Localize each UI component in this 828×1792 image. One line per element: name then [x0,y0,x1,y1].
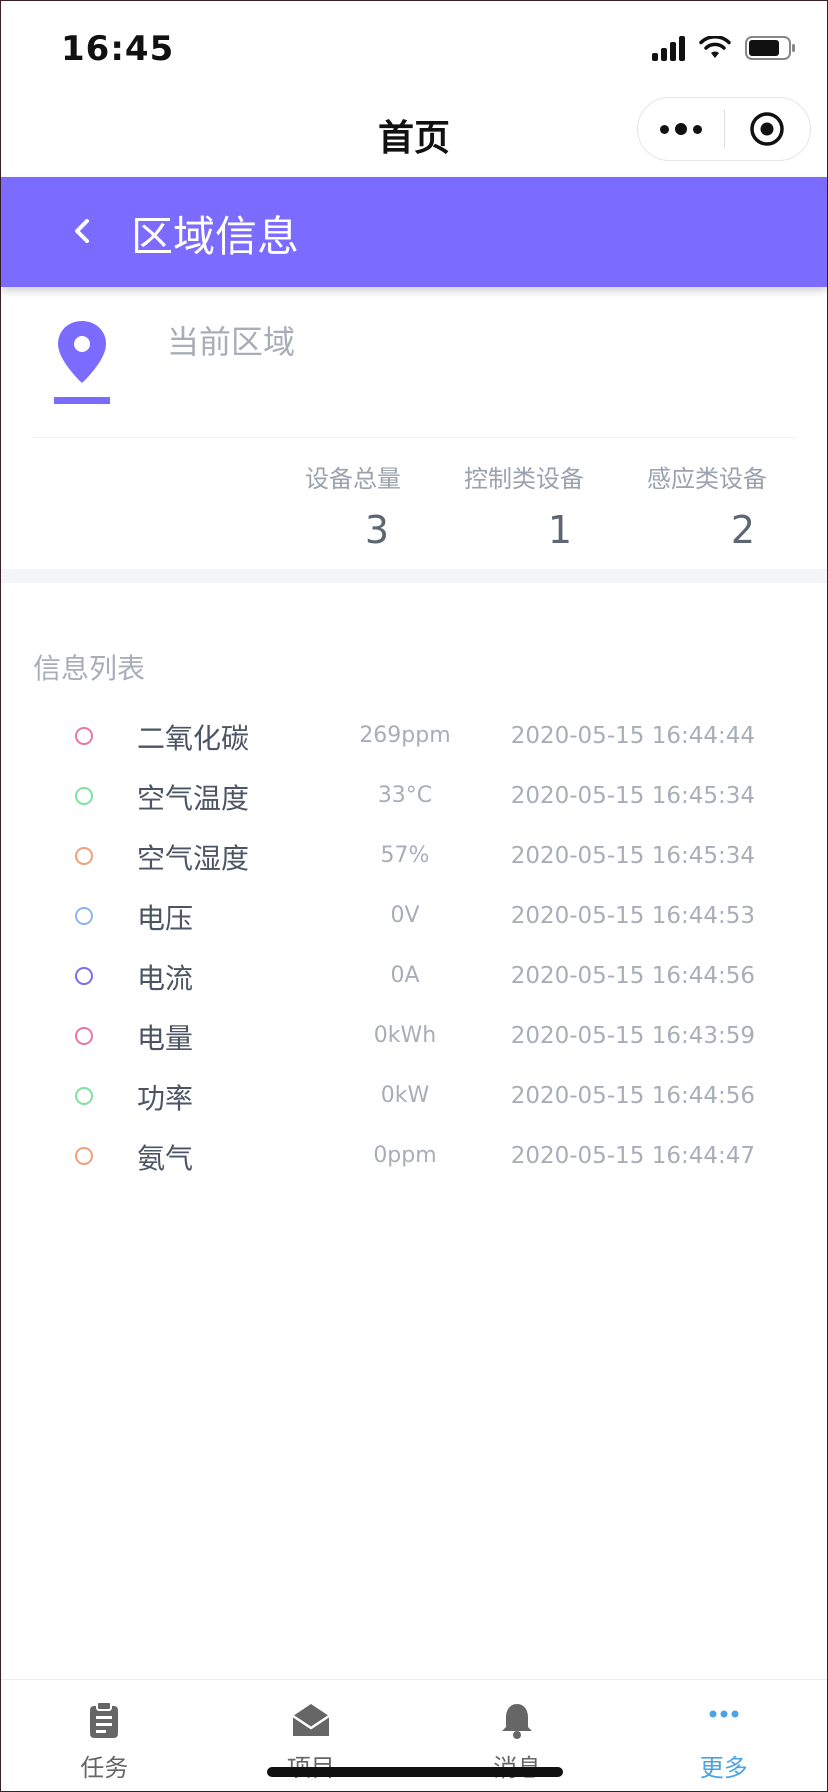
tab-more[interactable]: 更多 [621,1680,828,1791]
divider [33,437,795,438]
miniapp-capsule [637,97,811,161]
item-name: 功率 [137,1082,194,1115]
stat-value: 3 [364,508,389,552]
stat-sensor-devices: 感应类设备 2 [584,459,767,552]
list-item[interactable]: 电压 0V 2020-05-15 16:44:53 [1,893,827,953]
tab-bar: 任务 项目 消息 更多 [1,1679,827,1791]
list-item[interactable]: 空气湿度 57% 2020-05-15 16:45:34 [1,833,827,893]
item-time: 2020-05-15 16:44:56 [510,963,755,989]
stat-control-devices: 控制类设备 1 [401,459,584,552]
status-dot-icon [75,727,93,745]
stat-label: 设备总量 [305,465,401,493]
item-name: 二氧化碳 [137,722,250,755]
status-dot-icon [75,967,93,985]
status-dot-icon [75,1087,93,1105]
item-name: 电量 [137,1022,194,1055]
item-value: 0ppm [373,1143,437,1168]
wifi-icon [699,36,731,60]
item-time: 2020-05-15 16:45:34 [510,783,755,809]
list-item[interactable]: 氨气 0ppm 2020-05-15 16:44:47 [1,1133,827,1193]
item-time: 2020-05-15 16:44:56 [510,1083,755,1109]
tab-label: 更多 [699,1754,748,1782]
item-time: 2020-05-15 16:43:59 [510,1023,755,1049]
status-dot-icon [75,1147,93,1165]
item-name: 空气温度 [137,782,250,815]
device-stats: 设备总量 3 控制类设备 1 感应类设备 2 [218,459,767,552]
list-item[interactable]: 电流 0A 2020-05-15 16:44:56 [1,953,827,1013]
item-value: 0kW [380,1083,430,1108]
bell-icon [495,1698,539,1742]
current-area-label: 当前区域 [167,323,296,361]
tab-label: 项目 [287,1748,335,1783]
list-item[interactable]: 电量 0kWh 2020-05-15 16:43:59 [1,1013,827,1073]
item-name: 空气湿度 [137,842,250,875]
item-value: 269ppm [359,723,451,748]
item-name: 电流 [137,962,194,995]
signal-icon [652,35,685,61]
item-time: 2020-05-15 16:44:53 [510,903,755,929]
envelope-open-icon [289,1698,333,1742]
item-name: 电压 [137,902,194,935]
status-bar: 16:45 [1,1,827,97]
status-dot-icon [75,907,93,925]
stat-value: 1 [547,508,572,552]
list-item[interactable]: 二氧化碳 269ppm 2020-05-15 16:44:44 [1,713,827,773]
home-indicator [267,1767,563,1777]
tab-label: 消息 [493,1748,541,1783]
close-miniapp-icon[interactable] [725,98,811,160]
battery-icon [745,35,797,61]
stat-value: 2 [730,508,755,552]
item-value: 0V [390,903,420,928]
item-time: 2020-05-15 16:45:34 [510,843,755,869]
header-title: 区域信息 [131,212,300,261]
area-card: 当前区域 设备总量 3 控制类设备 1 感应类设备 2 [1,287,827,577]
status-dot-icon [75,1027,93,1045]
stat-label: 感应类设备 [647,465,767,493]
item-time: 2020-05-15 16:44:44 [510,723,755,749]
item-value: 33°C [377,783,433,808]
section-gap [1,569,827,583]
item-value: 0A [390,963,420,988]
more-dots-icon[interactable] [638,98,724,160]
location-pin-icon [51,317,113,407]
status-time: 16:45 [61,29,175,69]
list-item[interactable]: 空气温度 33°C 2020-05-15 16:45:34 [1,773,827,833]
info-list: 二氧化碳 269ppm 2020-05-15 16:44:44 空气温度 33°… [1,713,827,1193]
status-icons [652,35,797,61]
clipboard-icon [82,1698,126,1742]
item-name: 氨气 [137,1142,194,1175]
status-dot-icon [75,787,93,805]
item-value: 57% [380,843,430,868]
nav-bar: 首页 [1,97,827,177]
section-header: 区域信息 [1,177,827,287]
item-time: 2020-05-15 16:44:47 [510,1143,755,1169]
stat-total-devices: 设备总量 3 [218,459,401,552]
item-value: 0kWh [373,1023,437,1048]
list-title: 信息列表 [33,652,146,685]
tab-tasks[interactable]: 任务 [1,1680,208,1791]
status-dot-icon [75,847,93,865]
tab-label: 任务 [80,1754,129,1782]
stat-label: 控制类设备 [464,465,584,493]
back-icon[interactable] [63,211,103,251]
list-item[interactable]: 功率 0kW 2020-05-15 16:44:56 [1,1073,827,1133]
more-dots-icon [702,1698,746,1742]
